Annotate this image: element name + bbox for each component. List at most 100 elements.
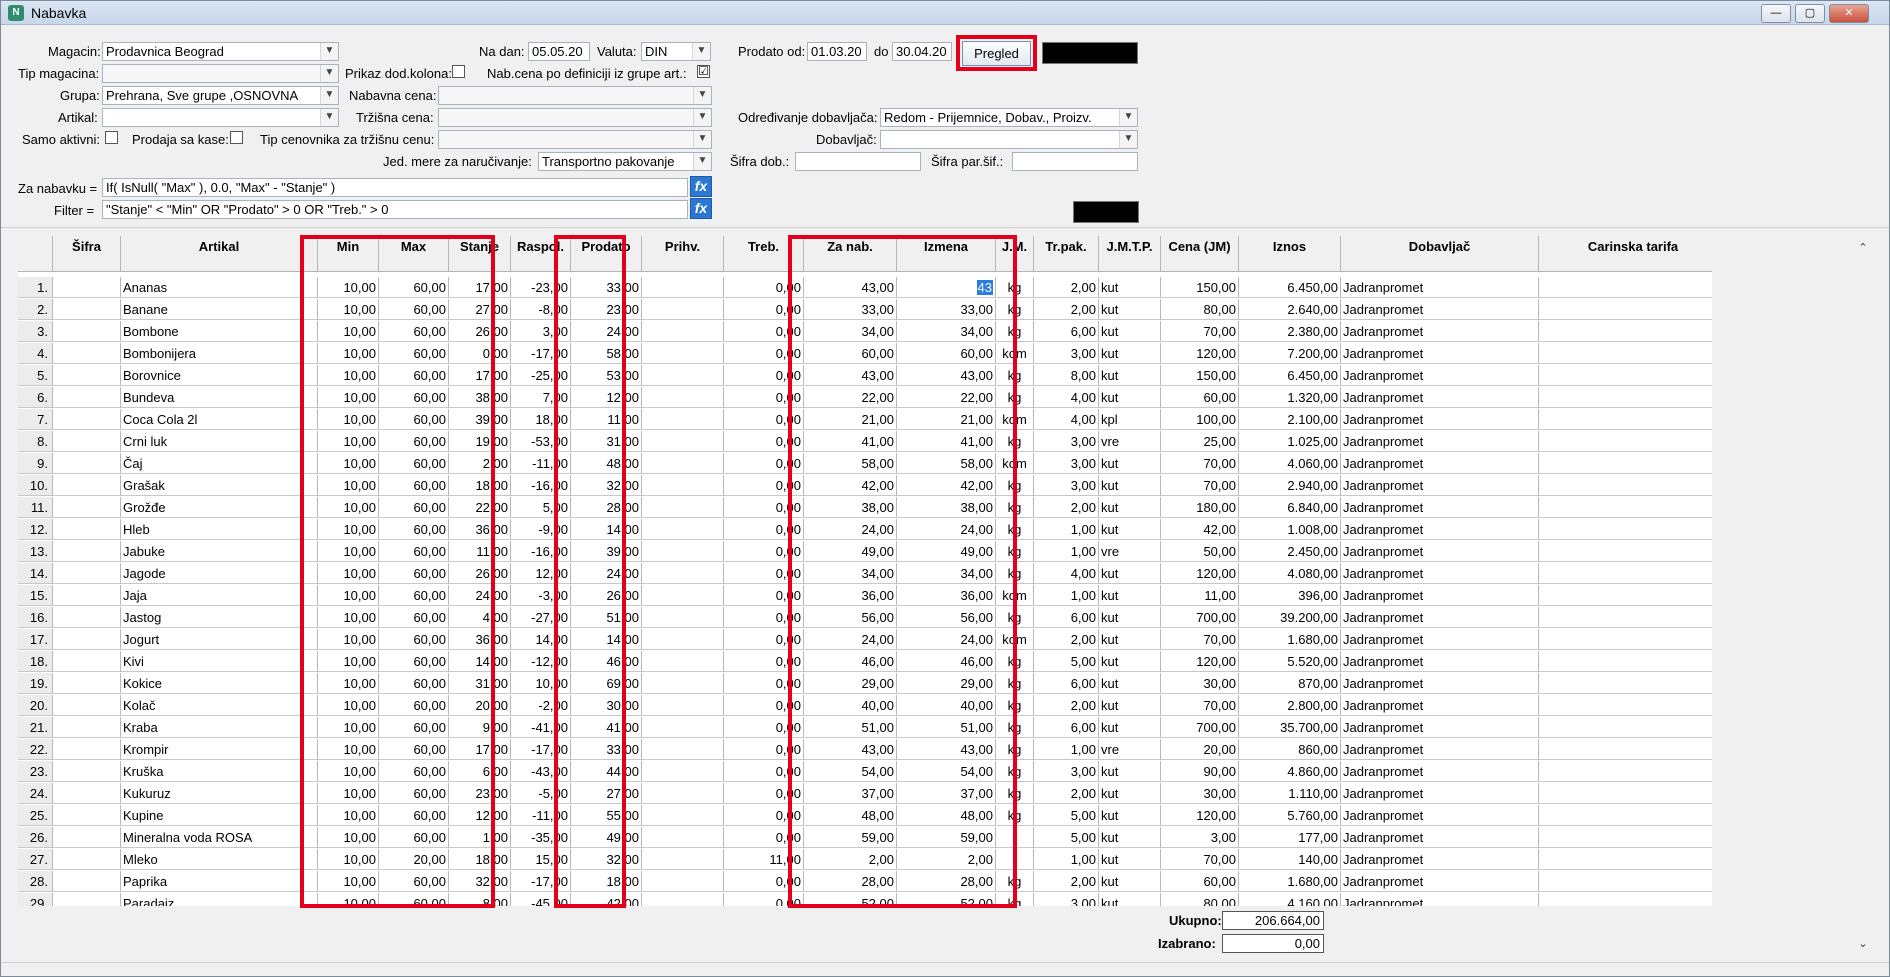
cell-carinska-tarifa[interactable] bbox=[1539, 629, 1712, 650]
cell-stanje[interactable]: 26,00 bbox=[449, 321, 511, 342]
cell-dobavljac[interactable]: Jadranpromet bbox=[1341, 695, 1539, 716]
cell-jm[interactable]: kg bbox=[996, 321, 1034, 342]
header-treb[interactable]: Treb. bbox=[724, 236, 804, 272]
cell-raspol[interactable]: -23,00 bbox=[511, 277, 571, 298]
table-row[interactable]: 9. Čaj 10,00 60,00 2,00 -11,00 48,00 0,00 58,00 5… bbox=[18, 453, 1712, 475]
cell-jmtp[interactable]: kut bbox=[1099, 849, 1161, 870]
cell-artikal[interactable]: Grašak bbox=[121, 475, 318, 496]
cell-min[interactable]: 10,00 bbox=[318, 541, 379, 562]
magacin-select[interactable]: Prodavnica Beograd ▼ bbox=[102, 42, 339, 61]
cell-stanje[interactable]: 17,00 bbox=[449, 739, 511, 760]
header-za-nab[interactable]: Za nab. bbox=[804, 236, 897, 272]
prikaz-dod-kolona-checkbox[interactable] bbox=[452, 65, 465, 78]
cell-artikal[interactable]: Jabuke bbox=[121, 541, 318, 562]
cell-tr-pak[interactable]: 2,00 bbox=[1034, 629, 1099, 650]
cell-raspol[interactable]: -17,00 bbox=[511, 343, 571, 364]
cell-prodato[interactable]: 39,00 bbox=[571, 541, 642, 562]
cell-stanje[interactable]: 8,00 bbox=[449, 893, 511, 906]
cell-max[interactable]: 60,00 bbox=[379, 629, 449, 650]
cell-carinska-tarifa[interactable] bbox=[1539, 519, 1712, 540]
cell-iznos[interactable]: 4.160,00 bbox=[1239, 893, 1341, 906]
cell-za-nab[interactable]: 24,00 bbox=[804, 519, 897, 540]
cell-jm[interactable]: kg bbox=[996, 739, 1034, 760]
cell-min[interactable]: 10,00 bbox=[318, 453, 379, 474]
cell-carinska-tarifa[interactable] bbox=[1539, 387, 1712, 408]
maximize-button[interactable]: ▢ bbox=[1795, 4, 1825, 23]
cell-cena-jm[interactable]: 180,00 bbox=[1161, 497, 1239, 518]
cell-stanje[interactable]: 24,00 bbox=[449, 585, 511, 606]
cell-raspol[interactable]: -5,00 bbox=[511, 783, 571, 804]
scroll-down-icon[interactable]: ⌄ bbox=[1853, 934, 1873, 954]
nabavna-cena-select[interactable]: ▼ bbox=[438, 86, 712, 105]
cell-tr-pak[interactable]: 6,00 bbox=[1034, 607, 1099, 628]
cell-za-nab[interactable]: 34,00 bbox=[804, 563, 897, 584]
cell-stanje[interactable]: 19,00 bbox=[449, 431, 511, 452]
table-row[interactable]: 28. Paprika 10,00 60,00 32,00 -17,00 18,00 0,00… bbox=[18, 871, 1712, 893]
dobavljac-select[interactable]: ▼ bbox=[880, 130, 1138, 149]
cell-min[interactable]: 10,00 bbox=[318, 299, 379, 320]
cell-max[interactable]: 60,00 bbox=[379, 805, 449, 826]
cell-cena-jm[interactable]: 70,00 bbox=[1161, 695, 1239, 716]
cell-prihv[interactable] bbox=[642, 343, 724, 364]
cell-iznos[interactable]: 5.520,00 bbox=[1239, 651, 1341, 672]
cell-min[interactable]: 10,00 bbox=[318, 849, 379, 870]
cell-prihv[interactable] bbox=[642, 871, 724, 892]
cell-treb[interactable]: 0,00 bbox=[724, 475, 804, 496]
valuta-select[interactable]: DIN ▼ bbox=[641, 42, 711, 61]
cell-jmtp[interactable]: kut bbox=[1099, 651, 1161, 672]
cell-za-nab[interactable]: 56,00 bbox=[804, 607, 897, 628]
cell-jm[interactable]: kg bbox=[996, 607, 1034, 628]
cell-carinska-tarifa[interactable] bbox=[1539, 497, 1712, 518]
cell-artikal[interactable]: Kruška bbox=[121, 761, 318, 782]
cell-iznos[interactable]: 1.320,00 bbox=[1239, 387, 1341, 408]
cell-prodato[interactable]: 42,00 bbox=[571, 893, 642, 906]
cell-dobavljac[interactable]: Jadranpromet bbox=[1341, 541, 1539, 562]
cell-sifra[interactable] bbox=[53, 431, 121, 452]
table-row[interactable]: 22. Krompir 10,00 60,00 17,00 -17,00 33,00 0,00… bbox=[18, 739, 1712, 761]
cell-jm[interactable]: l bbox=[996, 827, 1034, 848]
cell-raspol[interactable]: -25,00 bbox=[511, 365, 571, 386]
cell-izmena[interactable]: 46,00 bbox=[897, 651, 996, 672]
cell-artikal[interactable]: Banane bbox=[121, 299, 318, 320]
cell-prodato[interactable]: 30,00 bbox=[571, 695, 642, 716]
cell-cena-jm[interactable]: 100,00 bbox=[1161, 409, 1239, 430]
cell-sifra[interactable] bbox=[53, 497, 121, 518]
table-row[interactable]: 3. Bombone 10,00 60,00 26,00 3,00 24,00 0,00 34,… bbox=[18, 321, 1712, 343]
cell-cena-jm[interactable]: 50,00 bbox=[1161, 541, 1239, 562]
cell-max[interactable]: 60,00 bbox=[379, 651, 449, 672]
cell-carinska-tarifa[interactable] bbox=[1539, 849, 1712, 870]
cell-min[interactable]: 10,00 bbox=[318, 519, 379, 540]
cell-prihv[interactable] bbox=[642, 629, 724, 650]
header-dobavljac[interactable]: Dobavljač bbox=[1341, 236, 1539, 272]
cell-za-nab[interactable]: 34,00 bbox=[804, 321, 897, 342]
table-row[interactable]: 20. Kolač 10,00 60,00 20,00 -2,00 30,00 0,00 40,… bbox=[18, 695, 1712, 717]
cell-treb[interactable]: 0,00 bbox=[724, 607, 804, 628]
table-row[interactable]: 1. Ananas 10,00 60,00 17,00 -23,00 33,00 0,00 43… bbox=[18, 277, 1712, 299]
cell-cena-jm[interactable]: 70,00 bbox=[1161, 453, 1239, 474]
cell-stanje[interactable]: 20,00 bbox=[449, 695, 511, 716]
nab-cena-definicija-checkbox[interactable]: ☑ bbox=[697, 65, 710, 78]
cell-cena-jm[interactable]: 70,00 bbox=[1161, 475, 1239, 496]
samo-aktivni-checkbox[interactable] bbox=[105, 131, 118, 144]
cell-jm[interactable]: kg bbox=[996, 475, 1034, 496]
cell-cena-jm[interactable]: 80,00 bbox=[1161, 299, 1239, 320]
cell-sifra[interactable] bbox=[53, 475, 121, 496]
cell-za-nab[interactable]: 43,00 bbox=[804, 739, 897, 760]
cell-stanje[interactable]: 32,00 bbox=[449, 871, 511, 892]
cell-artikal[interactable]: Grožđe bbox=[121, 497, 318, 518]
cell-za-nab[interactable]: 40,00 bbox=[804, 695, 897, 716]
header-jmtp[interactable]: J.M.T.P. bbox=[1099, 236, 1161, 272]
cell-prihv[interactable] bbox=[642, 717, 724, 738]
cell-izmena[interactable]: 56,00 bbox=[897, 607, 996, 628]
cell-stanje[interactable]: 18,00 bbox=[449, 475, 511, 496]
cell-dobavljac[interactable]: Jadranpromet bbox=[1341, 805, 1539, 826]
cell-min[interactable]: 10,00 bbox=[318, 365, 379, 386]
cell-jmtp[interactable]: kut bbox=[1099, 497, 1161, 518]
cell-za-nab[interactable]: 54,00 bbox=[804, 761, 897, 782]
cell-jmtp[interactable]: kut bbox=[1099, 365, 1161, 386]
cell-carinska-tarifa[interactable] bbox=[1539, 563, 1712, 584]
cell-prodato[interactable]: 55,00 bbox=[571, 805, 642, 826]
fx-filter-icon[interactable]: fx bbox=[690, 198, 712, 219]
cell-max[interactable]: 60,00 bbox=[379, 761, 449, 782]
cell-jm[interactable]: kg bbox=[996, 717, 1034, 738]
